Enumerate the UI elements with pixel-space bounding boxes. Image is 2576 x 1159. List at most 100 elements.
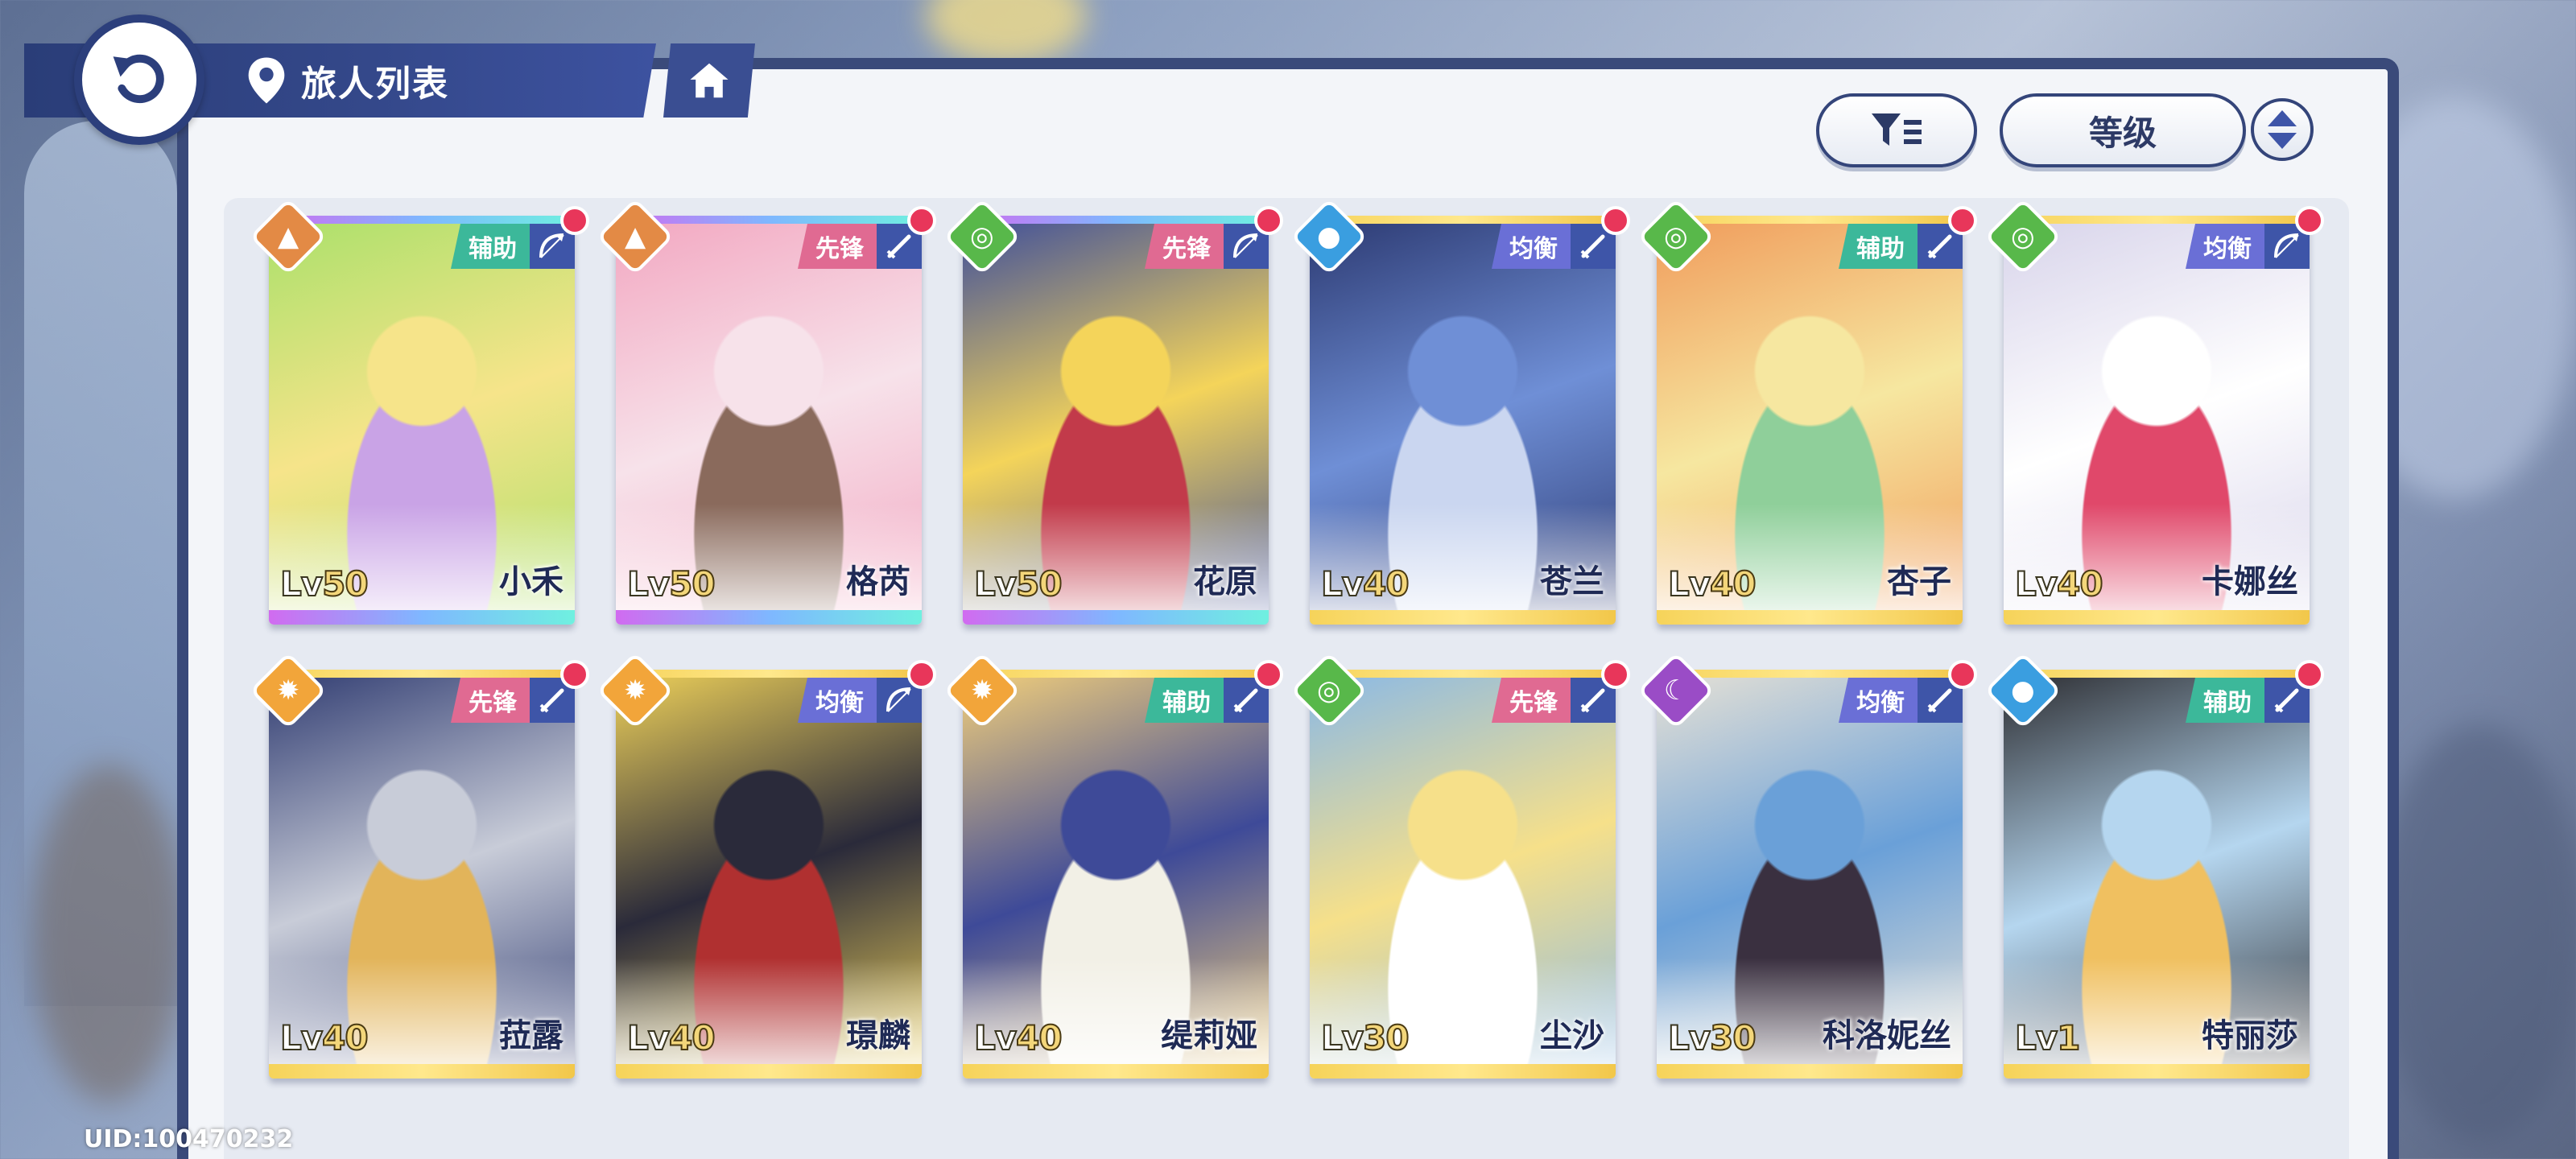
notification-dot (1948, 206, 1977, 235)
rarity-top-strip (1310, 670, 1616, 678)
notification-dot (1948, 660, 1977, 689)
filter-icon (1872, 113, 1922, 146)
element-glyph: ▲ (624, 221, 646, 253)
character-card[interactable]: ◎ 先锋 Lv30 尘沙 (1290, 651, 1630, 1079)
level-prefix: Lv (1667, 563, 1711, 604)
character-card[interactable]: ✹ 先锋 Lv40 菈露 (249, 651, 589, 1079)
role-badge: 辅助 (451, 224, 531, 269)
element-glyph: ☾ (1663, 674, 1689, 707)
level-number: 30 (1709, 1017, 1757, 1058)
character-card[interactable]: ● 均衡 Lv40 苍兰 (1290, 197, 1630, 625)
notification-dot (2295, 660, 2324, 689)
character-name: 缇莉娅 (1161, 1017, 1257, 1054)
character-level: Lv1 (2014, 1017, 2081, 1058)
character-name: 菈露 (499, 1017, 564, 1054)
role-badge: 先锋 (1492, 678, 1572, 723)
rarity-bar (269, 1064, 575, 1079)
rarity-top-strip (2004, 670, 2310, 678)
uid-label: UID:100470232 (84, 1125, 294, 1153)
level-number: 1 (2056, 1017, 2081, 1058)
character-name: 特丽莎 (2202, 1017, 2298, 1054)
character-card[interactable]: ◎ 先锋 Lv50 花原 (943, 197, 1283, 625)
level-number: 50 (321, 563, 369, 604)
rarity-bar (963, 610, 1269, 625)
role-badge: 辅助 (1145, 678, 1225, 723)
rarity-bar (1310, 610, 1616, 625)
character-name: 科洛妮丝 (1823, 1017, 1951, 1054)
rarity-bar (269, 610, 575, 625)
notification-dot (1601, 206, 1630, 235)
rarity-bar (2004, 610, 2310, 625)
level-number: 50 (668, 563, 716, 604)
element-glyph: ◎ (1317, 674, 1341, 707)
home-button[interactable] (663, 43, 755, 118)
rarity-top-strip (1657, 670, 1963, 678)
filter-button[interactable] (1816, 93, 1977, 167)
character-name: 小禾 (499, 563, 564, 600)
background-light (926, 0, 1087, 64)
character-card[interactable]: ◎ 均衡 Lv40 卡娜丝 (1984, 197, 2324, 625)
level-number: 40 (1362, 563, 1410, 604)
level-number: 40 (321, 1017, 369, 1058)
notification-dot (907, 660, 936, 689)
character-card[interactable]: ✹ 辅助 Lv40 缇莉娅 (943, 651, 1283, 1079)
character-level: Lv40 (279, 1017, 369, 1058)
role-badge: 先锋 (1145, 224, 1225, 269)
notification-dot (560, 660, 589, 689)
character-level: Lv30 (1667, 1017, 1757, 1058)
notification-dot (2295, 206, 2324, 235)
character-level: Lv40 (626, 1017, 716, 1058)
rarity-bar (1657, 610, 1963, 625)
rarity-top-strip (963, 670, 1269, 678)
role-badge: 均衡 (798, 678, 878, 723)
rarity-bar (1657, 1064, 1963, 1079)
level-prefix: Lv (279, 563, 324, 604)
role-badge: 均衡 (1492, 224, 1572, 269)
rarity-top-strip (616, 216, 922, 224)
role-badge: 均衡 (1839, 678, 1919, 723)
rarity-bar (963, 1064, 1269, 1079)
character-name: 花原 (1193, 563, 1257, 600)
character-card[interactable]: ✹ 均衡 Lv40 璟麟 (596, 651, 936, 1079)
rarity-bar (1310, 1064, 1616, 1079)
level-prefix: Lv (626, 1017, 671, 1058)
character-level: Lv50 (279, 563, 369, 604)
character-card[interactable]: ▲ 辅助 Lv50 小禾 (249, 197, 589, 625)
rarity-top-strip (269, 216, 575, 224)
character-card[interactable]: ◎ 辅助 Lv40 杏子 (1637, 197, 1977, 625)
character-card[interactable]: ☾ 均衡 Lv30 科洛妮丝 (1637, 651, 1977, 1079)
character-name: 尘沙 (1540, 1017, 1604, 1054)
character-level: Lv40 (1320, 563, 1410, 604)
back-button[interactable] (74, 14, 204, 145)
role-badge: 先锋 (798, 224, 878, 269)
rarity-top-strip (2004, 216, 2310, 224)
level-number: 40 (668, 1017, 716, 1058)
rarity-bar (2004, 1064, 2310, 1079)
rarity-top-strip (963, 216, 1269, 224)
notification-dot (1254, 660, 1283, 689)
character-name: 卡娜丝 (2202, 563, 2298, 600)
level-prefix: Lv (279, 1017, 324, 1058)
level-prefix: Lv (1320, 1017, 1364, 1058)
character-card[interactable]: ▲ 先锋 Lv50 格芮 (596, 197, 936, 625)
rarity-top-strip (269, 670, 575, 678)
element-glyph: ✹ (623, 674, 647, 707)
sort-order-icon (2268, 110, 2297, 149)
sort-order-button[interactable] (2251, 98, 2314, 161)
character-level: Lv30 (1320, 1017, 1410, 1058)
element-glyph: ● (1317, 220, 1341, 253)
page-title-group: 旅人列表 (246, 43, 449, 118)
character-card[interactable]: ● 辅助 Lv1 特丽莎 (1984, 651, 2324, 1079)
element-glyph: ● (2011, 674, 2035, 707)
rarity-top-strip (1310, 216, 1616, 224)
sort-by-button[interactable]: 等级 (2000, 93, 2246, 167)
element-glyph: ◎ (970, 220, 994, 253)
location-pin-icon (248, 57, 285, 104)
background-shadow (2375, 724, 2576, 1143)
rarity-top-strip (1657, 216, 1963, 224)
level-prefix: Lv (1320, 563, 1364, 604)
notification-dot (560, 206, 589, 235)
level-number: 30 (1362, 1017, 1410, 1058)
character-name: 苍兰 (1540, 563, 1604, 600)
notification-dot (1254, 206, 1283, 235)
